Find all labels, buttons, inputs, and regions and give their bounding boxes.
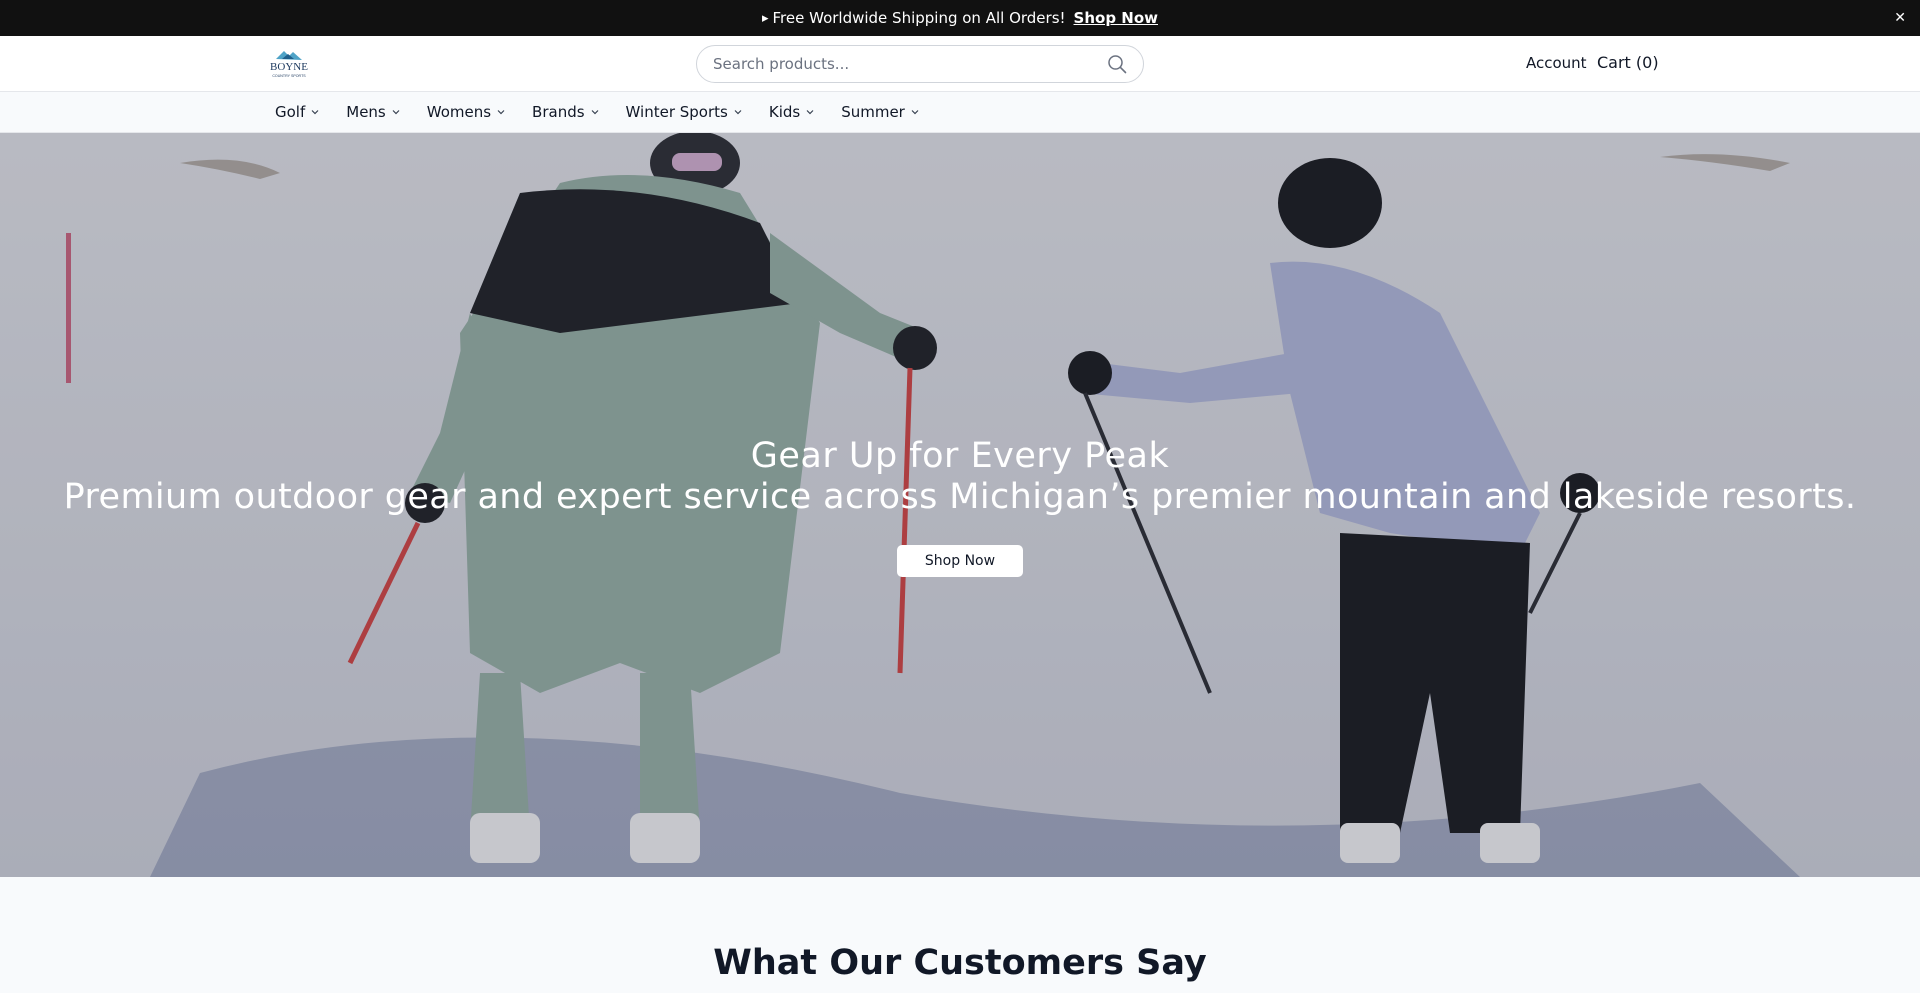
hero-banner: Gear Up for Every Peak Premium outdoor g… [0, 133, 1920, 877]
nav-item-label: Womens [426, 103, 492, 121]
nav-item-kids[interactable]: Kids [756, 103, 828, 121]
chevron-down-icon [911, 110, 919, 115]
site-header: BOYNE COUNTRY SPORTS Account Cart (0) [0, 36, 1920, 92]
testimonials-section: What Our Customers Say [0, 877, 1920, 993]
nav-item-label: Summer [841, 103, 905, 121]
nav-item-label: Mens [346, 103, 386, 121]
nav-item-winter-sports[interactable]: Winter Sports [613, 103, 756, 121]
announcement-shop-now-link[interactable]: Shop Now [1074, 9, 1158, 27]
nav-item-label: Kids [768, 103, 801, 121]
nav-item-mens[interactable]: Mens [333, 103, 414, 121]
hero-content: Gear Up for Every Peak Premium outdoor g… [0, 435, 1920, 577]
chevron-down-icon [734, 110, 742, 115]
account-link[interactable]: Account [1526, 54, 1587, 72]
hero-shop-now-button[interactable]: Shop Now [896, 545, 1024, 577]
nav-item-label: Brands [532, 103, 585, 121]
megaphone-icon: ▸ [761, 10, 769, 26]
testimonials-heading: What Our Customers Say [713, 943, 1207, 983]
main-nav: Golf Mens Womens Brands Winter Sports Ki… [0, 92, 1920, 133]
search-icon[interactable] [1107, 54, 1127, 74]
announcement-text: Free Worldwide Shipping on All Orders! [772, 9, 1066, 27]
nav-item-brands[interactable]: Brands [519, 103, 613, 121]
svg-text:COUNTRY SPORTS: COUNTRY SPORTS [272, 74, 306, 78]
nav-item-label: Winter Sports [625, 103, 728, 121]
chevron-down-icon [806, 110, 814, 115]
announcement-bar: ▸ Free Worldwide Shipping on All Orders!… [0, 0, 1920, 36]
nav-item-summer[interactable]: Summer [828, 103, 933, 121]
chevron-down-icon [497, 110, 505, 115]
cart-link[interactable]: Cart (0) [1597, 53, 1659, 72]
hero-title: Gear Up for Every Peak [750, 436, 1170, 476]
nav-item-womens[interactable]: Womens [414, 103, 519, 121]
close-icon[interactable]: ✕ [1894, 9, 1906, 27]
hero-subtitle: Premium outdoor gear and expert service … [63, 477, 1857, 517]
svg-text:BOYNE: BOYNE [270, 61, 308, 73]
chevron-down-icon [591, 110, 598, 115]
search-input[interactable] [713, 55, 1107, 73]
nav-item-label: Golf [275, 103, 306, 121]
nav-item-golf[interactable]: Golf [262, 103, 333, 121]
chevron-down-icon [311, 110, 319, 115]
chevron-down-icon [392, 110, 400, 115]
search-box [696, 45, 1144, 83]
boyne-logo[interactable]: BOYNE COUNTRY SPORTS [262, 47, 316, 81]
